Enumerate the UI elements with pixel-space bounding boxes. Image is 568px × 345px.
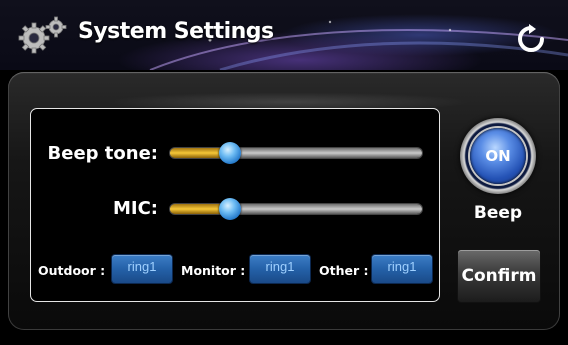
page-title: System Settings [78, 19, 274, 44]
other-label: Other : [319, 263, 369, 278]
mic-fill [170, 204, 227, 214]
gears-icon [18, 16, 67, 54]
monitor-ring-select[interactable]: ring1 [250, 255, 310, 283]
other-ring-select[interactable]: ring1 [372, 255, 432, 283]
monitor-label: Monitor : [181, 263, 246, 278]
beep-tone-fill [170, 148, 227, 158]
title-bar: System Settings [0, 0, 568, 70]
beep-toggle-face: ON [470, 128, 526, 184]
outdoor-label: Outdoor : [38, 263, 106, 278]
refresh-icon[interactable] [516, 24, 546, 54]
outdoor-ring-select[interactable]: ring1 [112, 255, 172, 283]
beep-toggle-button[interactable]: ON [460, 118, 536, 194]
beep-tone-slider[interactable] [170, 142, 422, 164]
beep-state: ON [485, 147, 511, 165]
beep-tone-label: Beep tone: [47, 143, 158, 164]
beep-label: Beep [473, 203, 523, 223]
confirm-button[interactable]: Confirm [458, 250, 540, 302]
mic-slider[interactable] [170, 198, 422, 220]
mic-label: MIC: [112, 198, 158, 219]
